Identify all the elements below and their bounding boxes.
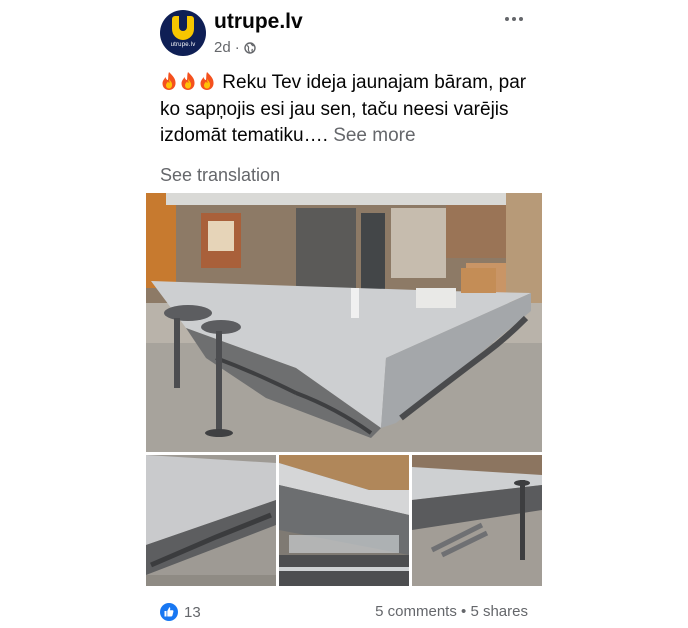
facebook-post: utrupe.lv utrupe.lv 2d · Reku Tev ideja … <box>0 0 688 628</box>
post-photo-thumb-1[interactable] <box>146 455 276 586</box>
fire-emoji-icon <box>162 72 176 90</box>
reaction-count: 13 <box>184 603 201 621</box>
fire-emoji-icon <box>181 72 195 90</box>
post-photo-main[interactable] <box>146 193 542 452</box>
bar-shelf-image <box>279 455 409 586</box>
fire-emoji-icon <box>200 72 214 90</box>
post-meta: 2d · <box>214 39 256 56</box>
more-options-icon <box>505 17 509 21</box>
post-photo-thumb-3[interactable] <box>412 455 542 586</box>
post-photo-thumb-2[interactable] <box>279 455 409 586</box>
see-more-link[interactable]: See more <box>333 125 415 146</box>
post-time[interactable]: 2d <box>214 39 231 56</box>
more-options-button[interactable] <box>500 10 528 28</box>
page-name-link[interactable]: utrupe.lv <box>214 10 303 34</box>
see-translation-link[interactable]: See translation <box>160 165 280 186</box>
globe-icon <box>243 41 256 54</box>
utrupe-logo-icon <box>172 16 194 40</box>
shares-count-link[interactable]: 5 shares <box>470 603 528 620</box>
avatar-logo-text: utrupe.lv <box>170 42 196 48</box>
meta-separator: · <box>234 39 240 56</box>
engagement-counts: 5 comments • 5 shares <box>375 603 528 620</box>
comments-count-link[interactable]: 5 comments <box>375 603 457 620</box>
page-avatar[interactable]: utrupe.lv <box>160 10 206 56</box>
bar-counter-image <box>146 193 542 452</box>
like-icon <box>160 603 178 621</box>
post-text: Reku Tev ideja jaunajam bāram, par ko sa… <box>160 70 540 150</box>
reactions-summary[interactable]: 13 <box>160 603 201 621</box>
bar-detail-image <box>146 455 276 586</box>
bar-side-image <box>412 455 542 586</box>
counts-separator: • <box>461 603 467 620</box>
